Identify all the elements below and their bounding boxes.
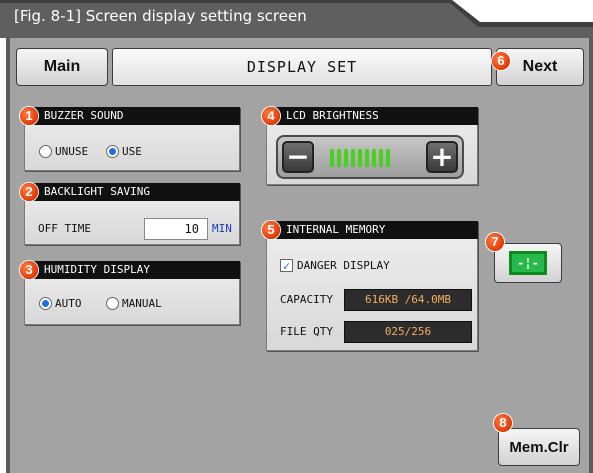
buzzer-unuse-label: UNUSE — [55, 145, 89, 158]
mem-clr-label: Mem.Clr — [509, 438, 569, 456]
brightness-level-bar — [337, 149, 341, 167]
capacity-label: CAPACITY — [280, 293, 333, 306]
marker-6: 6 — [492, 52, 510, 70]
marker-1: 1 — [20, 107, 38, 125]
marker-4: 4 — [262, 107, 280, 125]
marker-3: 3 — [20, 261, 38, 279]
humidity-manual-label: MANUAL — [122, 297, 162, 310]
brightness-level-bar — [386, 149, 390, 167]
brightness-level-bar — [379, 149, 383, 167]
danger-display-option[interactable]: ✓ DANGER DISPLAY — [280, 259, 390, 272]
buzzer-use-label: USE — [122, 145, 142, 158]
monitor-button[interactable]: -¦- — [494, 243, 562, 283]
screen-title-label: DISPLAY SET — [246, 58, 358, 76]
off-time-input[interactable]: 10 — [144, 218, 208, 240]
buzzer-sound-header: BUZZER SOUND — [24, 107, 240, 125]
brightness-level-bar — [358, 149, 362, 167]
marker-2: 2 — [20, 183, 38, 201]
display-set-screen: Main DISPLAY SET Next BUZZER SOUND UNUSE… — [6, 38, 593, 473]
plus-icon: + — [430, 140, 454, 173]
file-qty-value: 025/256 — [344, 321, 472, 343]
main-button[interactable]: Main — [16, 48, 108, 86]
humidity-display-header: HUMIDITY DISPLAY — [24, 261, 240, 279]
file-qty-label: FILE QTY — [280, 325, 333, 338]
monitor-icon-glyph: -¦- — [517, 256, 539, 270]
humidity-auto-label: AUTO — [55, 297, 82, 310]
brightness-minus-button[interactable]: − — [282, 141, 314, 173]
brightness-level-bar — [365, 149, 369, 167]
humidity-auto-option[interactable]: AUTO — [39, 297, 82, 310]
off-time-label: OFF TIME — [38, 222, 91, 235]
brightness-level-bar — [351, 149, 355, 167]
radio-auto[interactable] — [39, 297, 52, 310]
figure-title: [Fig. 8-1] Screen display setting screen — [14, 7, 307, 25]
buzzer-use-option[interactable]: USE — [106, 145, 142, 158]
main-button-label: Main — [43, 58, 81, 75]
minus-icon: − — [286, 140, 310, 173]
radio-manual[interactable] — [106, 297, 119, 310]
backlight-saving-header: BACKLIGHT SAVING — [24, 183, 240, 201]
brightness-control: − + — [276, 135, 464, 179]
internal-memory-header: INTERNAL MEMORY — [266, 221, 478, 239]
screen-title: DISPLAY SET — [112, 48, 492, 86]
humidity-manual-option[interactable]: MANUAL — [106, 297, 162, 310]
lcd-brightness-header: LCD BRIGHTNESS — [266, 107, 478, 125]
brightness-level-bar — [344, 149, 348, 167]
next-button[interactable]: Next — [496, 48, 584, 86]
marker-5: 5 — [262, 221, 280, 239]
capacity-value: 616KB /64.0MB — [344, 289, 472, 311]
brightness-level-indicator — [330, 149, 390, 167]
buzzer-unuse-option[interactable]: UNUSE — [39, 145, 88, 158]
danger-display-checkbox[interactable]: ✓ — [280, 259, 293, 272]
radio-unuse[interactable] — [39, 145, 52, 158]
monitor-icon: -¦- — [509, 251, 547, 275]
brightness-level-bar — [372, 149, 376, 167]
mem-clr-button[interactable]: Mem.Clr — [498, 428, 580, 466]
off-time-unit: MIN — [212, 222, 232, 235]
marker-7: 7 — [486, 233, 504, 251]
marker-8: 8 — [494, 414, 512, 432]
next-button-label: Next — [522, 58, 558, 75]
brightness-plus-button[interactable]: + — [426, 141, 458, 173]
radio-use[interactable] — [106, 145, 119, 158]
brightness-level-bar — [330, 149, 334, 167]
figure-tab: [Fig. 8-1] Screen display setting screen — [0, 0, 593, 38]
danger-display-label: DANGER DISPLAY — [297, 259, 390, 272]
